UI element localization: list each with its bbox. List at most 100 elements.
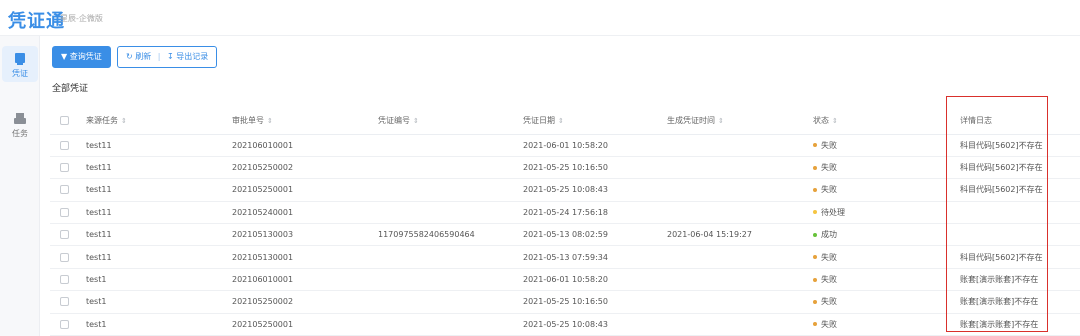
column-header-generated-time[interactable]: 生成凭证时间 ⇕: [667, 107, 813, 135]
toolbar-separator: |: [157, 52, 161, 61]
sidebar-item-voucher[interactable]: 凭证: [2, 46, 38, 82]
table-row[interactable]: test11 202105250002 2021-05-25 10:16:50 失败 科…: [50, 156, 1080, 180]
status-label: 失败: [821, 252, 837, 262]
cell-generated-time: [667, 268, 813, 292]
table-row[interactable]: test11 202105250001 2021-05-25 10:08:43 失败 科…: [50, 178, 1080, 202]
main-content: ▼ 查询凭证 ↻ 刷新 | ↧ 导出记录 全部凭证 来源任务 ⇕ 审批单号 ⇕ 凭证…: [50, 36, 1080, 336]
row-checkbox[interactable]: [60, 163, 69, 173]
cell-log: 账套[演示账套]不存在: [960, 313, 1080, 336]
query-voucher-label: 查询凭证: [69, 52, 102, 61]
column-header-voucher-no[interactable]: 凭证编号 ⇕: [378, 107, 523, 135]
row-checkbox[interactable]: [60, 230, 69, 240]
sidebar-item-task[interactable]: 任务: [2, 106, 38, 142]
sidebar-item-label: 任务: [12, 129, 28, 138]
top-bar: 凭证通 星辰-企微版: [0, 0, 1080, 36]
column-header-approval[interactable]: 审批单号 ⇕: [232, 107, 378, 135]
cell-log: [960, 201, 1080, 225]
status-dot-icon: [813, 322, 817, 327]
cell-voucher-date: 2021-05-25 10:16:50: [523, 156, 667, 180]
cell-generated-time: [667, 156, 813, 180]
cell-voucher-no: [378, 268, 523, 292]
cell-approval: 202106010001: [232, 134, 378, 157]
row-checkbox[interactable]: [60, 207, 69, 217]
status-label: 失败: [821, 275, 837, 285]
cell-task: test11: [86, 156, 232, 180]
cell-log: 科目代码[5602]不存在: [960, 134, 1080, 157]
cell-task: test1: [86, 290, 232, 314]
voucher-table: 来源任务 ⇕ 审批单号 ⇕ 凭证编号 ⇕ 凭证日期 ⇕ 生成凭证时间 ⇕ 状态 ⇕ 详情日志…: [50, 107, 1080, 336]
app-subtitle: 星辰-企微版: [60, 14, 103, 23]
cell-generated-time: [667, 290, 813, 314]
cell-generated-time: [667, 201, 813, 225]
cell-task: test11: [86, 223, 232, 247]
cell-status: 失败: [813, 290, 960, 314]
row-checkbox[interactable]: [60, 319, 69, 329]
table-row[interactable]: test1 202105250001 2021-05-25 10:08:43 失败 账套…: [50, 313, 1080, 336]
sort-icon: ⇕: [121, 116, 127, 125]
cell-voucher-no: [378, 313, 523, 336]
cell-generated-time: 2021-06-04 15:19:27: [667, 223, 813, 247]
cell-approval: 202105130003: [232, 223, 378, 247]
export-label: 导出记录: [176, 52, 209, 61]
table-row[interactable]: test1 202106010001 2021-06-01 10:58:20 失败 账套…: [50, 268, 1080, 292]
table-row[interactable]: test11 202105130001 2021-05-13 07:59:34 失败 科…: [50, 245, 1080, 269]
filter-icon: ▼: [61, 52, 68, 61]
row-checkbox[interactable]: [60, 297, 69, 307]
table-row[interactable]: test11 202105130003 1170975582406590464 202…: [50, 223, 1080, 247]
status-label: 待处理: [821, 207, 845, 217]
section-title: 全部凭证: [52, 84, 89, 94]
query-voucher-button[interactable]: ▼ 查询凭证: [52, 46, 111, 68]
column-header-label: 生成凭证时间: [667, 115, 715, 125]
refresh-icon: ↻: [126, 52, 133, 61]
status-dot-icon: [813, 299, 817, 304]
cell-voucher-no: 1170975582406590464: [378, 223, 523, 247]
cell-voucher-date: 2021-06-01 10:58:20: [523, 268, 667, 292]
cell-generated-time: [667, 134, 813, 157]
cell-log: 科目代码[5602]不存在: [960, 178, 1080, 202]
cell-status: 失败: [813, 156, 960, 180]
cell-log: 科目代码[5602]不存在: [960, 245, 1080, 269]
row-checkbox[interactable]: [60, 252, 69, 262]
cell-voucher-date: 2021-05-25 10:08:43: [523, 313, 667, 336]
cell-task: test11: [86, 201, 232, 225]
refresh-button[interactable]: ↻ 刷新: [126, 47, 151, 67]
status-label: 成功: [821, 230, 837, 240]
cell-approval: 202105130001: [232, 245, 378, 269]
status-label: 失败: [821, 140, 837, 150]
cell-task: test11: [86, 134, 232, 157]
table-row[interactable]: test11 202106010001 2021-06-01 10:58:20 失败 科…: [50, 134, 1080, 157]
cell-voucher-no: [378, 245, 523, 269]
status-dot-icon: [813, 277, 817, 282]
table-row[interactable]: test1 202105250002 2021-05-25 10:16:50 失败 账套…: [50, 290, 1080, 314]
export-button[interactable]: ↧ 导出记录: [167, 47, 208, 67]
column-header-status[interactable]: 状态 ⇕: [813, 107, 960, 135]
row-checkbox[interactable]: [60, 140, 69, 150]
cell-voucher-date: 2021-05-24 17:56:18: [523, 201, 667, 225]
cell-approval: 202105250001: [232, 313, 378, 336]
cell-status: 待处理: [813, 201, 960, 225]
cell-voucher-no: [378, 134, 523, 157]
column-header-label: 来源任务: [86, 115, 118, 125]
cell-approval: 202106010001: [232, 268, 378, 292]
table-row[interactable]: test11 202105240001 2021-05-24 17:56:18 待处理: [50, 201, 1080, 225]
cell-approval: 202105250002: [232, 156, 378, 180]
select-all-checkbox[interactable]: [60, 115, 69, 125]
column-header-label: 凭证日期: [523, 115, 555, 125]
status-dot-icon: [813, 165, 817, 170]
status-label: 失败: [821, 185, 837, 195]
sort-icon: ⇕: [558, 116, 564, 125]
row-checkbox[interactable]: [60, 185, 69, 195]
cell-status: 成功: [813, 223, 960, 247]
sort-icon: ⇕: [413, 116, 419, 125]
column-header-task[interactable]: 来源任务 ⇕: [86, 107, 232, 135]
status-label: 失败: [821, 319, 837, 329]
refresh-label: 刷新: [135, 52, 152, 61]
column-header-voucher-date[interactable]: 凭证日期 ⇕: [523, 107, 667, 135]
row-checkbox[interactable]: [60, 275, 69, 285]
cell-voucher-no: [378, 290, 523, 314]
cell-voucher-date: 2021-05-13 07:59:34: [523, 245, 667, 269]
status-dot-icon: [813, 232, 817, 237]
cell-status: 失败: [813, 178, 960, 202]
cell-voucher-no: [378, 178, 523, 202]
sort-icon: ⇕: [832, 116, 838, 125]
